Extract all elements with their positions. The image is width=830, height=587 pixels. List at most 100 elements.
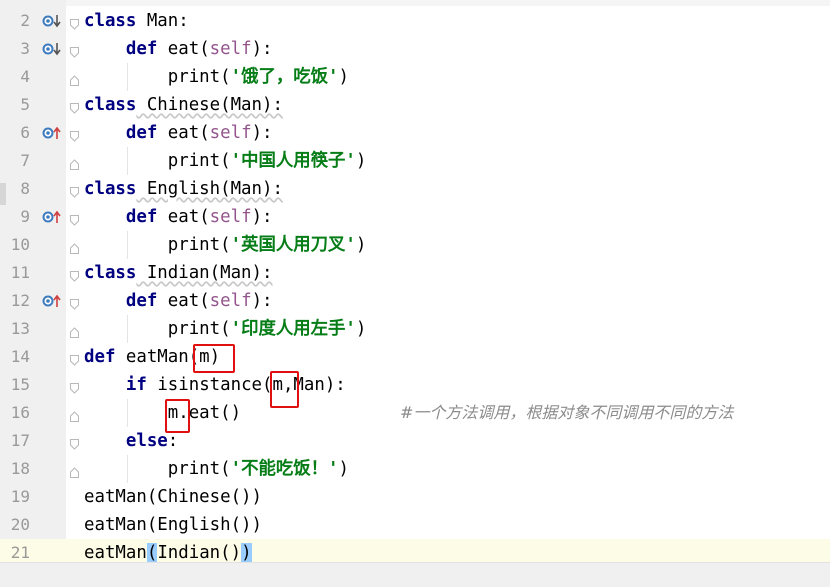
code-token: def <box>125 123 158 143</box>
code-line-18[interactable]: 18 print('不能吃饭！') <box>0 455 830 483</box>
code-text[interactable]: def eat(self): <box>84 119 273 147</box>
indent-guide <box>127 231 128 259</box>
indent-guide <box>127 399 128 427</box>
code-token: print( <box>84 459 231 479</box>
code-line-5[interactable]: 5 class Chinese(Man): <box>0 91 830 119</box>
fold-marker-icon[interactable] <box>70 71 79 86</box>
code-token: Indian(Man): <box>136 263 273 283</box>
code-line-12[interactable]: 12 def eat(self): <box>0 287 830 315</box>
code-text[interactable]: eatMan(English()) <box>84 511 262 539</box>
code-line-15[interactable]: 15 if isinstance(m,Man): <box>0 371 830 399</box>
code-token: eatMan <box>84 543 147 563</box>
code-line-20[interactable]: 20 eatMan(English()) <box>0 511 830 539</box>
code-text[interactable]: m.eat() <box>84 399 241 427</box>
horizontal-scrollbar-area[interactable] <box>0 562 830 587</box>
code-line-16[interactable]: 16 m.eat() #一个方法调用，根据对象不同调用不同的方法 <box>0 399 830 427</box>
code-token: class <box>84 95 137 115</box>
fold-marker-icon[interactable] <box>70 407 79 422</box>
code-text[interactable]: class Chinese(Man): <box>84 91 283 119</box>
fold-marker-icon[interactable] <box>70 323 79 338</box>
code-token: def <box>125 39 158 59</box>
gutter-cell: 19 <box>6 483 66 511</box>
overriding-method-icon[interactable] <box>42 293 62 309</box>
code-token: if <box>125 375 147 395</box>
code-text[interactable]: def eat(self): <box>84 203 273 231</box>
code-token: class <box>84 179 137 199</box>
code-line-7[interactable]: 7 print('中国人用筷子') <box>0 147 830 175</box>
code-token: '不能吃饭！' <box>230 459 339 479</box>
code-token: m.eat() <box>84 403 242 423</box>
fold-marker-icon[interactable] <box>70 267 79 282</box>
fold-marker-icon[interactable] <box>70 127 79 142</box>
indent-guide <box>127 315 128 343</box>
code-line-6[interactable]: 6 def eat(self): <box>0 119 830 147</box>
fold-marker-icon[interactable] <box>70 463 79 478</box>
code-line-13[interactable]: 13 print('印度人用左手') <box>0 315 830 343</box>
code-text[interactable]: print('不能吃饭！') <box>84 455 349 483</box>
code-text[interactable]: class English(Man): <box>84 175 283 203</box>
gutter-cell: 14 <box>6 343 66 371</box>
overriding-method-icon[interactable] <box>42 125 62 141</box>
code-token: self <box>209 291 252 311</box>
fold-marker-icon[interactable] <box>70 211 79 226</box>
code-token: class <box>84 11 137 31</box>
gutter-cell: 7 <box>6 147 66 175</box>
code-line-11[interactable]: 11 class Indian(Man): <box>0 259 830 287</box>
line-number: 11 <box>10 263 30 282</box>
code-line-3[interactable]: 3 def eat(self): <box>0 35 830 63</box>
code-line-2[interactable]: 2 class Man: <box>0 7 830 35</box>
code-text[interactable]: class Indian(Man): <box>84 259 272 287</box>
code-line-9[interactable]: 9 def eat(self): <box>0 203 830 231</box>
code-line-17[interactable]: 17 else: <box>0 427 830 455</box>
highlight-box-param-m <box>193 344 235 373</box>
code-line-4[interactable]: 4 print('饿了，吃饭') <box>0 63 830 91</box>
overridden-method-icon[interactable] <box>42 13 62 29</box>
code-token: ) <box>338 459 349 479</box>
code-text[interactable]: eatMan(Chinese()) <box>84 483 262 511</box>
fold-marker-icon[interactable] <box>70 43 79 58</box>
code-token: Man: <box>136 11 189 31</box>
code-text[interactable]: print('饿了，吃饭') <box>84 63 349 91</box>
code-token: eat( <box>157 207 210 227</box>
fold-marker-icon[interactable] <box>70 99 79 114</box>
fold-marker-icon[interactable] <box>70 351 79 366</box>
fold-marker-icon[interactable] <box>70 183 79 198</box>
code-token: print( <box>84 67 231 87</box>
code-line-8[interactable]: 8 class English(Man): <box>0 175 830 203</box>
code-line-10[interactable]: 10 print('英国人用刀叉') <box>0 231 830 259</box>
overriding-method-icon[interactable] <box>42 209 62 225</box>
line-number: 16 <box>10 403 30 422</box>
fold-marker-icon[interactable] <box>70 15 79 30</box>
fold-marker-icon[interactable] <box>70 155 79 170</box>
code-token: isinstance(m,Man): <box>146 375 346 395</box>
code-token: ) <box>355 235 367 255</box>
gutter-cell: 16 <box>6 399 66 427</box>
fold-marker-icon[interactable] <box>70 239 79 254</box>
overridden-method-icon[interactable] <box>42 41 62 57</box>
code-token: print( <box>84 235 231 255</box>
line-number: 20 <box>10 515 30 534</box>
code-line-19[interactable]: 19 eatMan(Chinese()) <box>0 483 830 511</box>
code-line-14[interactable]: 14 def eatMan(m) <box>0 343 830 371</box>
code-token: : <box>167 431 179 451</box>
code-text[interactable]: def eat(self): <box>84 287 273 315</box>
fold-marker-icon[interactable] <box>70 379 79 394</box>
line-number: 8 <box>20 179 30 198</box>
indent-guide <box>127 455 128 483</box>
line-number: 5 <box>20 95 30 114</box>
code-token: '饿了，吃饭' <box>230 67 339 87</box>
gutter-cell: 2 <box>6 7 66 35</box>
fold-marker-icon[interactable] <box>70 435 79 450</box>
code-text[interactable]: class Man: <box>84 7 189 35</box>
code-token: def <box>84 347 116 367</box>
gutter-cell: 8 <box>6 175 66 203</box>
code-editor[interactable]: 2 class Man: 3 def eat(self): 4 print('饿了，吃… <box>0 0 830 587</box>
line-number: 14 <box>10 347 30 366</box>
fold-marker-icon[interactable] <box>70 295 79 310</box>
code-token: print( <box>84 319 231 339</box>
code-text[interactable]: if isinstance(m,Man): <box>84 371 346 399</box>
code-text[interactable]: def eat(self): <box>84 35 273 63</box>
code-token: self <box>209 123 252 143</box>
